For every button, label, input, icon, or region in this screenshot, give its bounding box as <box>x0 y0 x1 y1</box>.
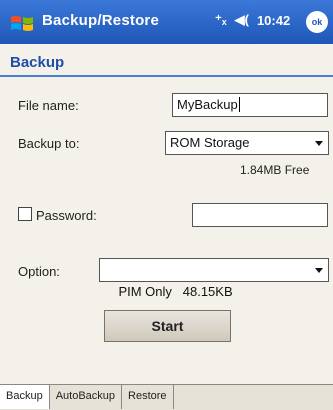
ok-button[interactable]: ok <box>306 11 328 33</box>
option-label: Option: <box>18 264 60 279</box>
speaker-icon[interactable]: ◀( <box>235 12 249 28</box>
tab-backup[interactable]: Backup <box>0 385 50 409</box>
antenna-icon[interactable]: ⁺ₓ <box>215 12 227 28</box>
option-value: PIM Only 48.15KB <box>118 284 233 299</box>
status-icons: ⁺ₓ ◀( 10:42 <box>215 12 290 28</box>
clock-time[interactable]: 10:42 <box>257 13 290 28</box>
device-screen: Backup/Restore ⁺ₓ ◀( 10:42 ok Backup Fil… <box>0 0 333 410</box>
page-title: Backup <box>0 49 333 77</box>
dropdown-arrow-icon <box>315 141 323 146</box>
dropdown-arrow-icon <box>315 268 323 273</box>
file-name-input[interactable]: MyBackup <box>172 93 328 117</box>
backup-to-label: Backup to: <box>18 136 80 151</box>
password-checkbox[interactable] <box>18 207 32 221</box>
backup-to-select[interactable]: ROM Storage <box>165 131 329 155</box>
title-bar: Backup/Restore ⁺ₓ ◀( 10:42 ok <box>0 0 333 44</box>
free-space-text: 1.84MB Free <box>240 163 310 177</box>
file-name-value: MyBackup <box>177 97 238 112</box>
tab-restore[interactable]: Restore <box>122 385 174 409</box>
file-name-label: File name: <box>18 98 79 113</box>
window-title: Backup/Restore <box>42 12 160 29</box>
windows-flag-icon[interactable] <box>10 13 34 33</box>
tab-autobackup[interactable]: AutoBackup <box>50 385 123 409</box>
tab-bar: Backup AutoBackup Restore <box>0 384 333 410</box>
option-select[interactable]: PIM Only 48.15KB <box>99 258 329 299</box>
password-input[interactable] <box>192 203 328 227</box>
start-button[interactable]: Start <box>104 310 231 342</box>
password-label: Password: <box>36 208 97 223</box>
backup-to-value: ROM Storage <box>170 135 250 150</box>
